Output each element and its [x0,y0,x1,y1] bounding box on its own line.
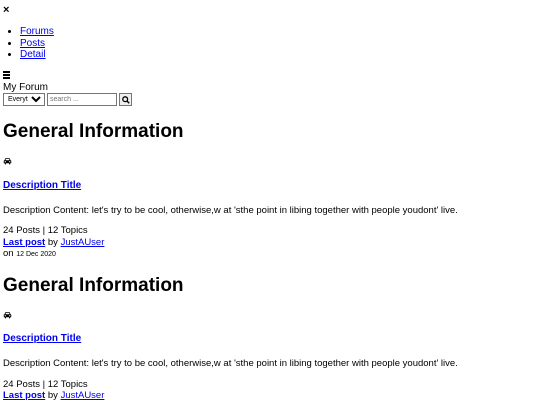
search-bar: Everything [3,93,132,106]
nav-link-detail[interactable]: Detail [20,49,46,60]
description-content: Description Content: let's try to be coo… [3,358,458,369]
hamburger-bar [3,74,10,76]
on-label: on [3,248,14,259]
nav-item-posts: Posts [20,38,54,50]
by-label: by [47,237,58,248]
nav-item-forums: Forums [20,26,54,38]
last-post-link[interactable]: Last post [3,237,45,248]
hamburger-bar [3,77,10,79]
nav-list: Forums Posts Detail [0,26,54,61]
forum-card: General Information Description Title De… [3,121,533,259]
card-stats: 24 Posts | 12 Topics [3,379,88,390]
last-post-line: Last post by JustAUser [3,237,104,248]
user-link[interactable]: JustAUser [61,237,105,248]
hamburger-bar [3,71,10,73]
user-link[interactable]: JustAUser [61,390,105,401]
last-post-line: Last post by JustAUser [3,390,104,401]
post-date-line: on 12 Dec 2020 [3,248,56,260]
forum-card: General Information Description Title De… [3,275,533,401]
card-stats: 24 Posts | 12 Topics [3,225,88,236]
search-icon [121,95,130,104]
car-icon [3,312,12,319]
search-scope-select[interactable]: Everything [3,93,45,106]
by-label: by [47,390,58,401]
nav-link-forums[interactable]: Forums [20,26,54,37]
search-button[interactable] [119,93,132,106]
card-heading: General Information [3,121,184,142]
description-title-link[interactable]: Description Title [3,180,81,192]
brand-title: My Forum [3,82,48,93]
description-content: Description Content: let's try to be coo… [3,205,458,216]
card-heading: General Information [3,275,184,296]
hamburger-menu-icon[interactable] [3,71,10,79]
forum-page: × Forums Posts Detail My Forum Everythin… [0,0,540,405]
close-icon[interactable]: × [3,4,9,16]
last-post-link[interactable]: Last post [3,390,45,401]
search-input[interactable] [47,93,117,106]
post-date: 12 Dec 2020 [16,251,56,258]
description-title-link[interactable]: Description Title [3,333,81,345]
nav-link-posts[interactable]: Posts [20,38,45,49]
nav-item-detail: Detail [20,49,54,61]
car-icon [3,158,12,165]
